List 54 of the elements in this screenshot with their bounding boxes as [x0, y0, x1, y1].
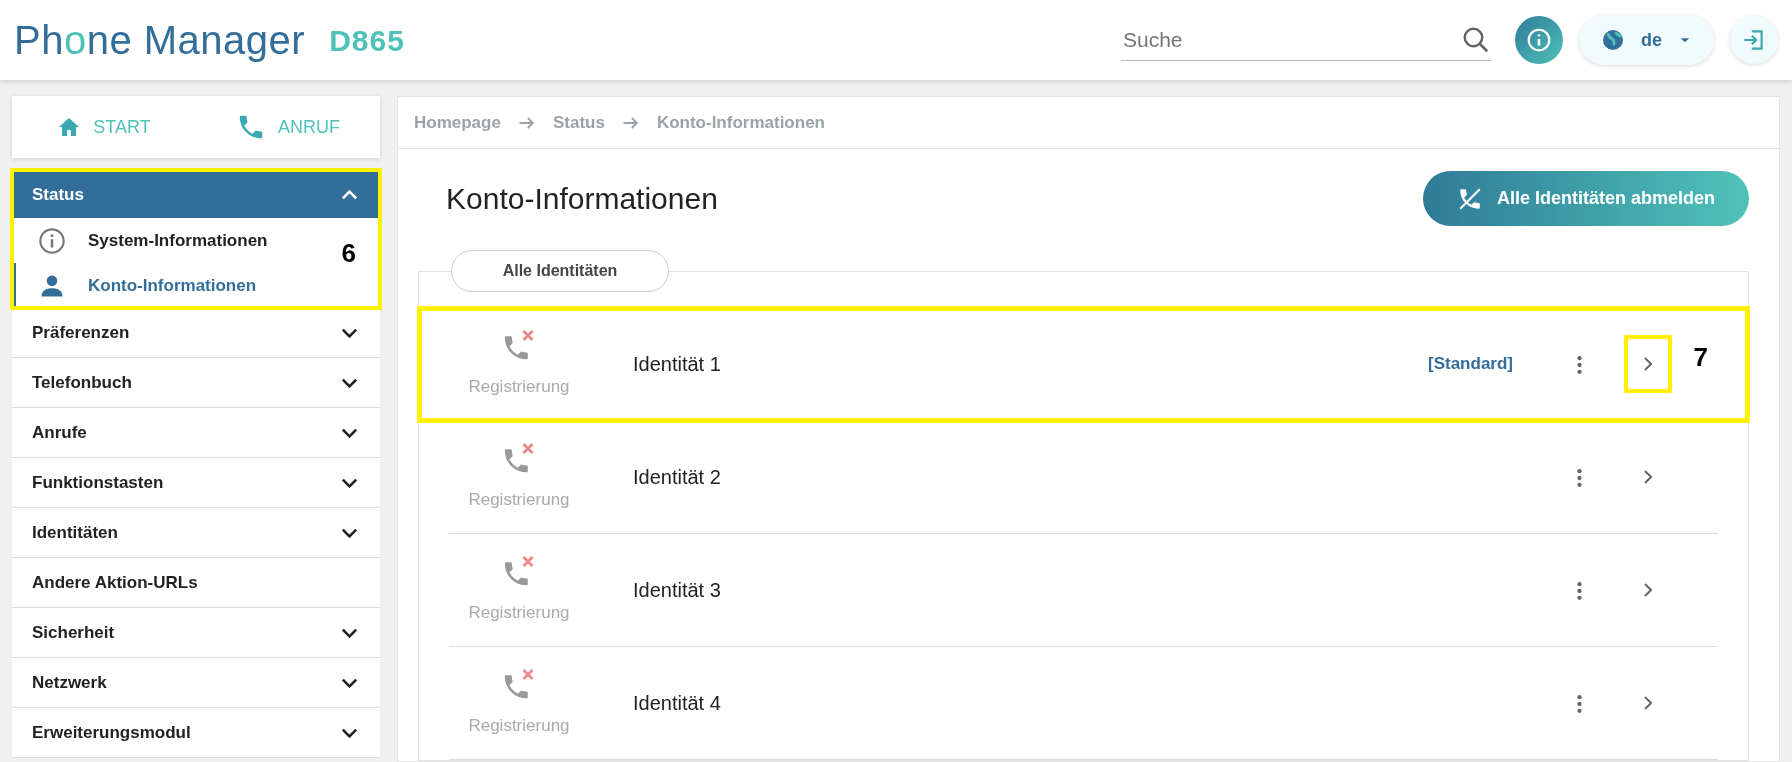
- identity-name: Identität 1: [633, 352, 722, 377]
- chevron-down-icon: [341, 477, 358, 488]
- info-icon: [1526, 27, 1552, 53]
- page-title: Konto-Informationen: [446, 180, 718, 217]
- identity-name: Identität 2: [633, 465, 722, 490]
- more-icon: [1577, 694, 1582, 713]
- sidebar-item[interactable]: Identitäten: [12, 508, 380, 558]
- chevron-down-icon: [341, 427, 358, 438]
- sidebar-item[interactable]: Erweiterungsmodul: [12, 708, 380, 758]
- chevron-down-icon: [341, 327, 358, 338]
- sidebar-item[interactable]: Netzwerk: [12, 658, 380, 708]
- identity-name: Identität 4: [633, 691, 722, 716]
- identity-row[interactable]: Registrierung Identität 3: [449, 534, 1718, 647]
- more-icon: [1577, 355, 1582, 374]
- info-button[interactable]: [1515, 16, 1563, 64]
- more-icon: [1577, 468, 1582, 487]
- callout-number: 7: [1693, 341, 1708, 374]
- language-dropdown[interactable]: de: [1579, 15, 1714, 65]
- status-label: Registrierung: [468, 376, 570, 399]
- status-label: Registrierung: [468, 602, 570, 625]
- chevron-down-icon: [341, 727, 358, 738]
- globe-icon: [1601, 28, 1625, 52]
- chevron-right-icon: [1644, 696, 1652, 710]
- chevron-down-icon: [341, 527, 358, 538]
- chevron-down-icon: [341, 677, 358, 688]
- chevron-up-icon: [341, 190, 358, 200]
- default-tag: [Standard]: [1428, 351, 1513, 377]
- chevron-down-icon: [341, 627, 358, 638]
- breadcrumb-current: Konto-Informationen: [656, 111, 825, 134]
- chevron-down-icon: [341, 377, 358, 388]
- sidebar-item[interactable]: Funktionstasten: [12, 458, 380, 508]
- logo: Phone Manager: [14, 17, 306, 64]
- chevron-right-icon: [1644, 470, 1652, 484]
- status-label: Registrierung: [468, 715, 570, 738]
- tab[interactable]: Alle Identitäten: [451, 250, 669, 292]
- chevron-right-icon: [1644, 583, 1652, 597]
- sidebar-item[interactable]: Telefonbuch: [12, 358, 380, 408]
- sidebar-item[interactable]: Sicherheit: [12, 608, 380, 658]
- identity-row[interactable]: Registrierung Identität 2: [449, 421, 1718, 534]
- identity-name: Identität 3: [633, 578, 722, 603]
- sidebar-item[interactable]: Anrufe: [12, 408, 380, 458]
- search-field[interactable]: Suche: [1121, 22, 1461, 57]
- identity-row[interactable]: Registrierung Identität 1 [Standard] 7: [419, 308, 1748, 421]
- sidebar-item[interactable]: Präferenzen: [12, 308, 380, 358]
- logout-button[interactable]: [1730, 16, 1778, 64]
- status-label: Registrierung: [468, 489, 570, 512]
- sidebar-section-header[interactable]: Status: [12, 172, 380, 218]
- chevron-right-icon: [1644, 357, 1652, 371]
- identity-row[interactable]: Registrierung Identität 4: [449, 647, 1718, 760]
- info-icon: [38, 226, 66, 255]
- sidebar-item[interactable]: Andere Aktion-URLs: [12, 558, 380, 608]
- more-icon: [1577, 581, 1582, 600]
- callout-number: 6: [341, 237, 356, 270]
- model-label: D865: [329, 22, 405, 59]
